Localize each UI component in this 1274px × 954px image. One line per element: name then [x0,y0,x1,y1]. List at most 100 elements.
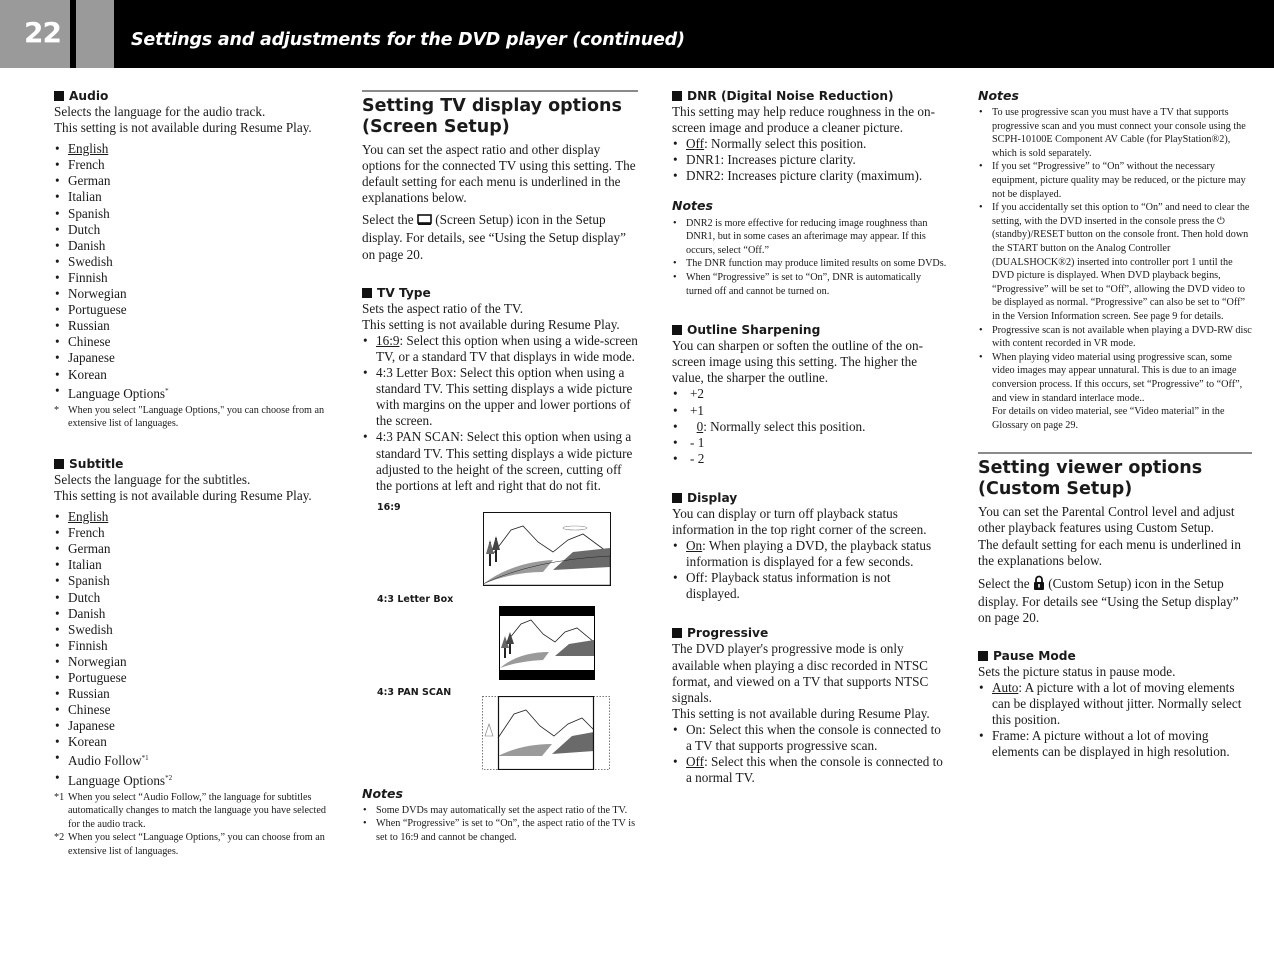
list-item: Spanish [54,206,329,222]
audio-footnote: * When you select "Language Options," you… [54,404,325,430]
display-options-list: On: When playing a DVD, the playback sta… [672,538,947,602]
header-accent-bar [76,0,114,68]
page-header: 22 Settings and adjustments for the DVD … [0,0,1274,68]
list-item: 16:9: Select this option when using a wi… [362,333,638,365]
list-item: Off: Select this when the console is con… [672,754,947,786]
list-item: French [54,157,329,173]
header-title: Settings and adjustments for the DVD pla… [131,30,685,50]
custom-setup-title: Setting viewer options (Custom Setup) [978,452,1252,500]
outline-heading: Outline Sharpening [672,322,947,338]
list-item: German [54,173,329,189]
list-item: When playing video material using progre… [978,351,1252,433]
figure-label-16-9: 16:9 [377,501,401,513]
tv-type-notes: Notes Some DVDs may automatically set th… [362,786,638,845]
figure-label-letter-box: 4:3 Letter Box [377,593,454,605]
subtitle-footnote-1: *1 When you select “Audio Follow,” the la… [54,791,326,830]
list-item: Some DVDs may automatically set the aspe… [362,804,638,818]
list-item: Korean [54,367,329,383]
list-item: Audio Follow*1 [54,750,329,769]
list-item: On: Select this when the console is conn… [672,722,947,754]
outline-desc: You can sharpen or soften the outline of… [672,338,923,386]
list-item: When “Progressive” is set to “On”, the a… [362,817,638,844]
subtitle-section: Subtitle Selects the language for the su… [54,456,329,859]
dnr-section: DNR (Digital Noise Reduction) This setti… [672,88,947,298]
square-bullet-icon [362,287,372,298]
custom-setup-select-text: Select the (Custom Setup) icon in the Se… [978,575,1239,625]
list-item: Language Options*2 [54,770,329,789]
notes-list: To use progressive scan you must have a … [978,106,1252,432]
square-bullet-icon [54,458,64,469]
list-item: Finnish [54,638,329,654]
list-item: 0: Normally select this position. [672,419,947,435]
figure-pan-scan [482,695,610,770]
list-item: DNR1: Increases picture clarity. [672,152,947,168]
tv-type-heading: TV Type [362,285,638,301]
list-item: +1 [672,403,947,419]
list-item: Auto: A picture with a lot of moving ele… [978,680,1252,728]
subtitle-footnote-2: *2 When you select “Language Options,” yo… [54,832,325,858]
list-item: +2 [672,386,947,402]
list-item: Italian [54,557,329,573]
list-item: Spanish [54,573,329,589]
page-number: 22 [24,16,62,49]
list-item: German [54,541,329,557]
list-item: Russian [54,318,329,334]
list-item: Frame: A picture without a lot of moving… [978,728,1252,760]
list-item: Chinese [54,702,329,718]
list-item: Off: Normally select this position. [672,136,947,152]
notes-list: DNR2 is more effective for reducing imag… [672,217,947,299]
square-bullet-icon [978,651,988,661]
list-item: Danish [54,606,329,622]
screen-setup-intro: You can set the aspect ratio and other d… [362,142,636,206]
audio-resume-note: This setting is not available during Res… [54,120,312,136]
figure-letter-box [499,605,595,680]
list-item: Japanese [54,718,329,734]
notes-list: Some DVDs may automatically set the aspe… [362,804,638,845]
custom-setup-default-note: The default setting for each menu is und… [978,536,1241,568]
progressive-section: Progressive The DVD player's progressive… [672,625,947,786]
list-item: If you accidentally set this option to “… [978,201,1252,323]
pause-mode-options-list: Auto: A picture with a lot of moving ele… [978,680,1252,760]
pause-mode-section: Pause Mode Sets the picture status in pa… [978,648,1252,761]
tv-type-section: TV Type Sets the aspect ratio of the TV.… [362,285,638,494]
lock-icon [1033,575,1045,594]
list-item: Language Options* [54,383,329,402]
list-item: Korean [54,734,329,750]
subtitle-options-list: English French German Italian Spanish Du… [54,509,329,789]
list-item: Norwegian [54,654,329,670]
column-2: Setting TV display options (Screen Setup… [362,90,638,845]
tv-type-options-list: 16:9: Select this option when using a wi… [362,333,638,494]
tv-type-resume-note: This setting is not available during Res… [362,316,620,332]
aspect-ratio-figures: 16:9 4:3 Letter Box 4:3 PAN SCAN [362,500,638,780]
tv-type-desc: Sets the aspect ratio of the TV. [362,300,524,316]
list-item: Portuguese [54,670,329,686]
audio-heading: Audio [54,88,329,104]
column-1: Audio Selects the language for the audio… [54,88,329,859]
notes-heading: Notes [672,198,713,214]
list-item: Progressive scan is not available when p… [978,324,1252,351]
page-number-box: 22 [0,0,70,68]
list-item: Dutch [54,590,329,606]
list-item: 4:3 PAN SCAN: Select this option when us… [362,429,638,493]
custom-setup-intro: You can set the Parental Control level a… [978,504,1235,536]
list-item: French [54,525,329,541]
subtitle-resume-note: This setting is not available during Res… [54,487,312,503]
figure-16-9 [483,511,611,586]
list-item: Swedish [54,254,329,270]
display-desc: You can display or turn off playback sta… [672,505,927,537]
screen-setup-title: Setting TV display options (Screen Setup… [362,90,638,138]
list-item: Norwegian [54,286,329,302]
subtitle-desc: Selects the language for the subtitles. [54,471,251,487]
list-item: Danish [54,238,329,254]
progressive-heading: Progressive [672,625,947,641]
list-item: To use progressive scan you must have a … [978,106,1252,160]
list-item: - 2 [672,451,947,467]
list-item: 4:3 Letter Box: Select this option when … [362,365,638,429]
list-item: When “Progressive” is set to “On”, DNR i… [672,271,947,298]
list-item: Chinese [54,334,329,350]
list-item: - 1 [672,435,947,451]
list-item: The DNR function may produce limited res… [672,257,947,271]
custom-setup-section: Setting viewer options (Custom Setup) Yo… [978,452,1252,626]
list-item: English [54,141,329,157]
list-item: On: When playing a DVD, the playback sta… [672,538,947,570]
